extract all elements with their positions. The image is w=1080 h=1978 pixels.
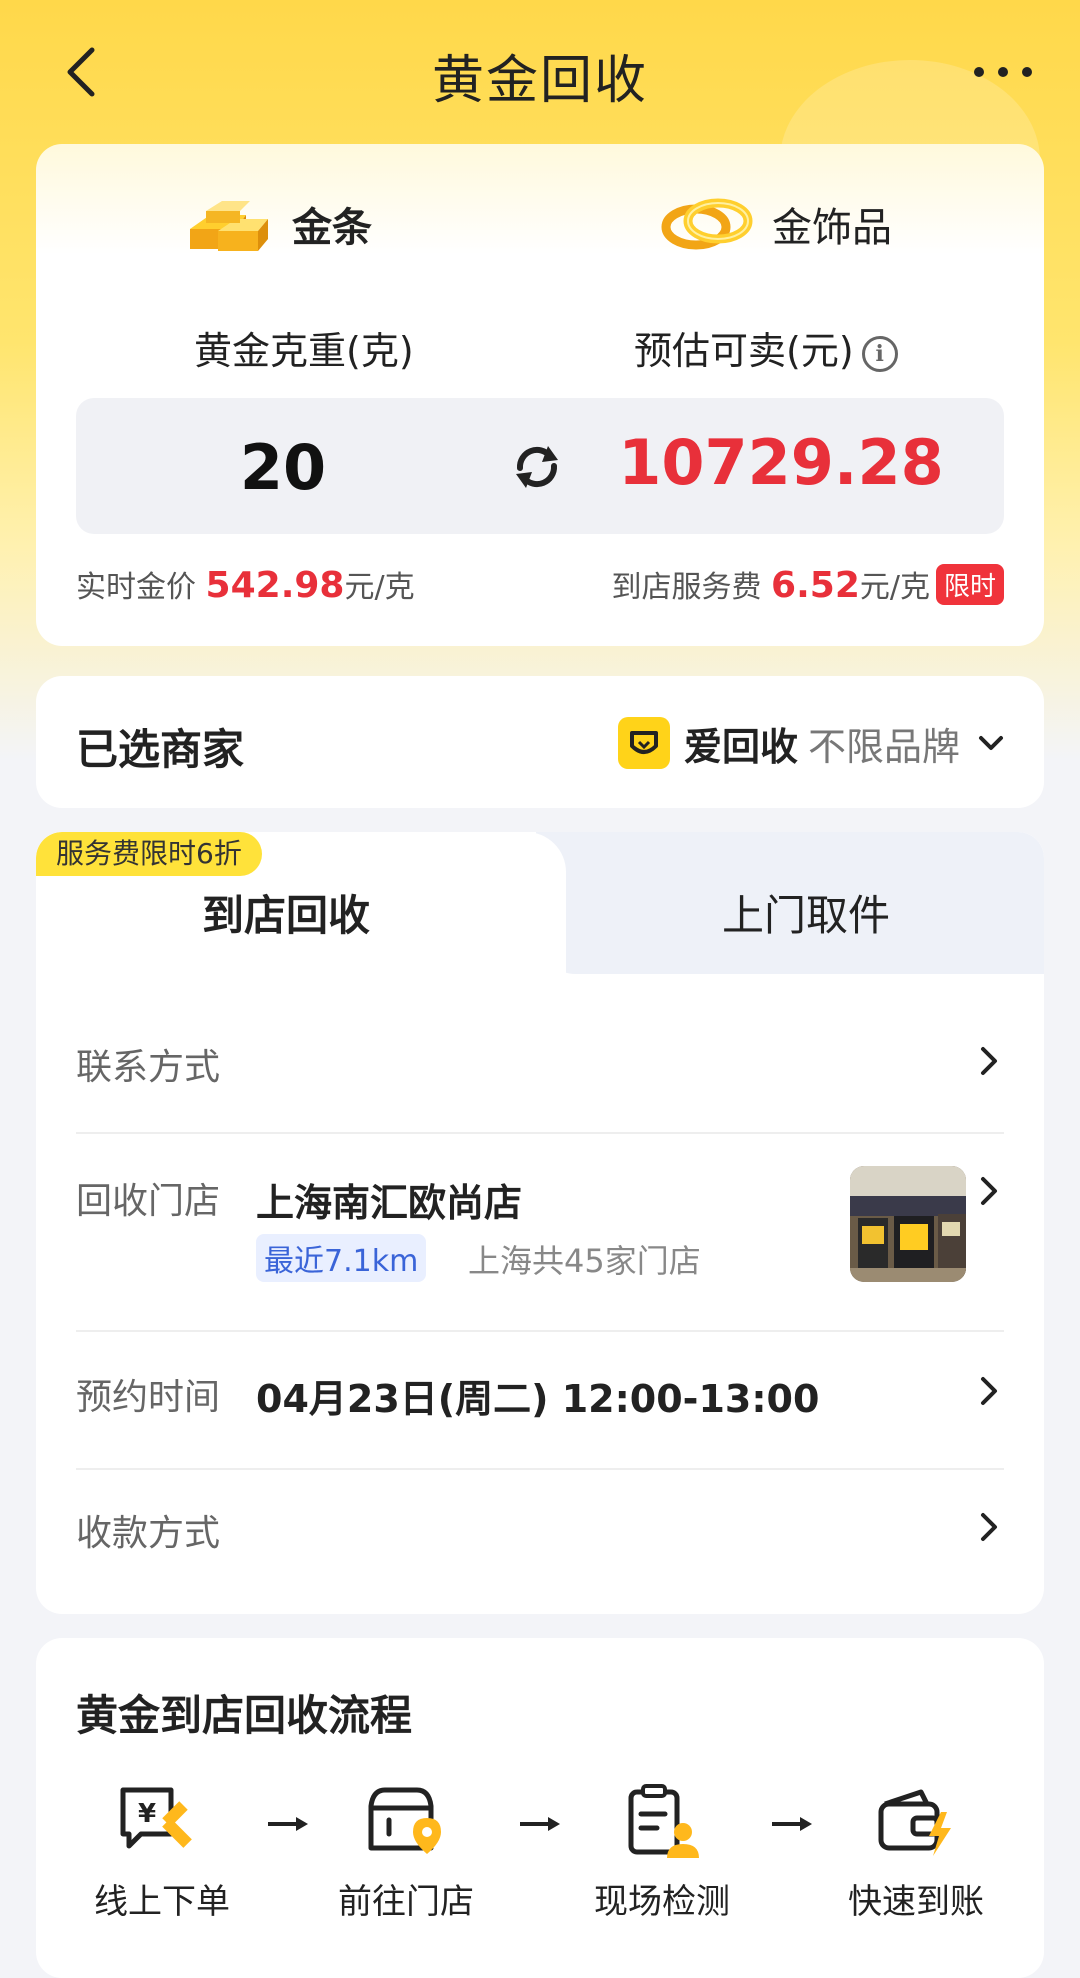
weight-label: 黄金克重(克) (194, 329, 414, 373)
merchant-name: 爱回收 (683, 724, 798, 769)
chevron-right-icon (981, 1047, 997, 1075)
distance-badge: 最近7.1km (256, 1234, 427, 1282)
limited-time-badge: 限时 (935, 564, 1004, 605)
tab-gold-bar[interactable]: 金条 (176, 184, 372, 264)
step-label: 现场检测 (594, 1882, 730, 1922)
arrow-right-icon (520, 1817, 560, 1831)
arrow-right-icon (268, 1817, 308, 1831)
merchant-title: 已选商家 (76, 725, 245, 774)
contact-row[interactable]: 联系方式 (76, 1032, 1004, 1092)
time-label: 预约时间 (76, 1377, 221, 1418)
aihuishou-logo-icon (617, 717, 670, 769)
go-to-store-icon (368, 1787, 441, 1854)
appointment-time-row[interactable]: 预约时间 04月23日(周二) 12:00-13:00 (76, 1360, 1004, 1421)
weight-input[interactable] (136, 398, 430, 536)
step-online-order: ¥ 线上下单 (82, 1782, 242, 1923)
conversion-box: 10729.28 (76, 398, 1004, 536)
tab-in-store-recycle[interactable]: 到店回收 (36, 882, 536, 943)
store-count: 上海共45家门店 (468, 1242, 701, 1280)
store-service-fee: 到店服务费 6.52元/克 限时 (611, 562, 1004, 606)
step-fast-payment: 快速到账 (836, 1782, 996, 1923)
service-fee-value: 6.52 (771, 565, 860, 606)
realtime-price-value: 542.98 (205, 565, 345, 606)
chevron-right-icon (981, 1177, 997, 1205)
more-options-icon[interactable] (974, 55, 1034, 85)
info-icon[interactable]: i (861, 335, 898, 372)
store-label: 回收门店 (76, 1181, 221, 1222)
tab-home-pickup[interactable]: 上门取件 (566, 882, 1044, 943)
payment-method-row[interactable]: 收款方式 (76, 1496, 1004, 1556)
merchant-brand-note: 不限品牌 (807, 724, 960, 769)
gold-bar-icon (190, 201, 268, 251)
store-photo (850, 1166, 966, 1282)
contact-label: 联系方式 (76, 1047, 221, 1088)
realtime-gold-price: 实时金价 542.98元/克 (76, 562, 415, 606)
gold-rings-icon (661, 198, 753, 250)
chevron-right-icon (981, 1377, 997, 1405)
store-row[interactable]: 回收门店 上海南汇欧尚店 最近7.1km 上海共45家门店 (76, 1162, 1004, 1302)
step-label: 前往门店 (338, 1882, 474, 1922)
divider (76, 1330, 1004, 1332)
appointment-time-value: 04月23日(周二) 12:00-13:00 (256, 1377, 820, 1421)
recycle-options-card: 服务费限时6折 到店回收 上门取件 联系方式 回收门店 上海南汇欧尚店 最近7.… (36, 832, 1044, 1614)
tab-gold-jewelry[interactable]: 金饰品 (656, 184, 892, 264)
service-fee-label: 到店服务费 (611, 570, 762, 605)
tab-gold-bar-label: 金条 (292, 205, 372, 251)
store-name: 上海南汇欧尚店 (256, 1181, 523, 1225)
step-label: 快速到账 (848, 1882, 984, 1922)
service-fee-unit: 元/克 (859, 570, 930, 605)
page-title: 黄金回收 (431, 51, 648, 111)
online-order-icon: ¥ (120, 1787, 192, 1849)
promo-badge: 服务费限时6折 (36, 832, 262, 876)
step-go-to-store: 前往门店 (326, 1782, 486, 1923)
chevron-right-icon (981, 1513, 997, 1541)
estimate-label: 预估可卖(元) (634, 329, 854, 373)
tab-gold-jewelry-label: 金饰品 (772, 205, 892, 251)
merchant-selector[interactable]: 爱回收 不限品牌 (617, 716, 1004, 770)
estimated-price-value: 10729.28 (618, 426, 944, 499)
svg-text:¥: ¥ (138, 1799, 156, 1829)
arrow-right-icon (772, 1817, 812, 1831)
onsite-check-icon (628, 1784, 699, 1858)
recycle-process-card: 黄金到店回收流程 ¥ 线上下单 前往门店 现场检测 快速到账 (36, 1638, 1044, 1978)
process-title: 黄金到店回收流程 (76, 1691, 413, 1740)
realtime-price-label: 实时金价 (76, 570, 196, 605)
payment-label: 收款方式 (76, 1513, 221, 1554)
realtime-price-unit: 元/克 (344, 570, 415, 605)
selected-merchant-row[interactable]: 已选商家 爱回收 不限品牌 (36, 676, 1044, 808)
divider (76, 1468, 1004, 1470)
chevron-down-icon (979, 736, 1003, 750)
divider (76, 1132, 1004, 1134)
step-label: 线上下单 (94, 1882, 230, 1922)
estimate-label-row: 预估可卖(元) i (634, 320, 898, 375)
swap-refresh-icon[interactable] (512, 442, 562, 492)
price-calculator-card: 金条 金饰品 黄金克重(克) 预估可卖(元)i 10729.28 实时金价 54… (36, 144, 1044, 646)
step-onsite-check: 现场检测 (582, 1782, 742, 1923)
fast-payment-icon (878, 1789, 951, 1856)
top-bar: 黄金回收 (0, 0, 1080, 150)
